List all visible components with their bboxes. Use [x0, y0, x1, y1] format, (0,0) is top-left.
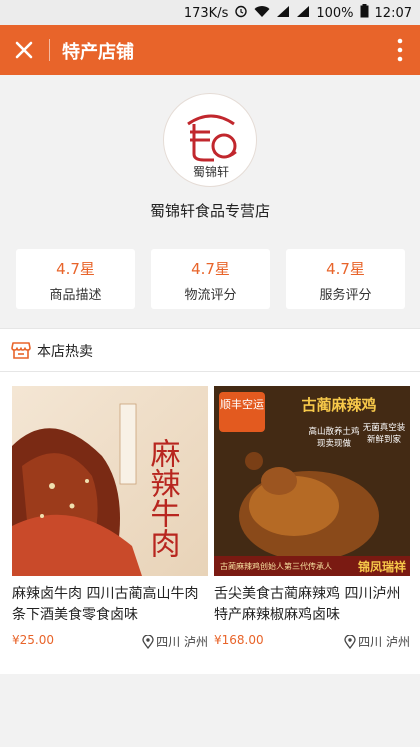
battery-level: 100% — [316, 5, 354, 21]
product-title[interactable]: 舌尖美食古蔺麻辣鸡 四川泸州特产麻辣椒麻鸡卤味 — [214, 584, 410, 626]
product-image[interactable]: 麻辣牛肉 — [12, 386, 208, 576]
wifi-icon — [254, 5, 270, 22]
signal-icon — [276, 5, 290, 22]
product-price: ¥25.00 — [12, 633, 54, 647]
image-tag: 现卖现做 — [317, 438, 352, 449]
rating-label: 商品描述 — [49, 288, 102, 303]
clock: 12:07 — [374, 5, 412, 21]
product-card[interactable]: 顺丰空运 古蔺麻辣鸡 高山散养土鸡 无菌真空装 现卖现做 新鲜到家 古蔺麻辣鸡创… — [214, 386, 410, 651]
network-speed: 173K/s — [183, 5, 229, 21]
image-tag: 新鲜到家 — [367, 434, 402, 445]
location-text: 四川 泸州 — [156, 635, 208, 649]
shop-header: 蜀锦轩 蜀锦轩食品专营店 — [0, 75, 420, 231]
shop-logo: 蜀锦轩 — [163, 93, 257, 187]
image-tag: 高山散养土鸡 — [308, 426, 359, 437]
location-pin-icon — [344, 634, 356, 649]
status-bar: 173K/s 100% 12:07 — [0, 0, 420, 25]
rating-value: 4.7星 — [56, 260, 95, 278]
logo-text: 蜀锦轩 — [193, 165, 229, 179]
more-button[interactable] — [396, 37, 404, 63]
rating-label: 服务评分 — [319, 288, 372, 303]
image-footer-text: 古蔺麻辣鸡创始人第三代传承人 — [220, 561, 332, 571]
product-image-text: 麻辣牛肉 — [145, 438, 181, 558]
rating-section: 4.7星 商品描述 4.7星 物流评分 4.7星 服务评分 — [0, 231, 420, 327]
page-title: 特产店铺 — [62, 42, 134, 63]
hot-sales-title: 本店热卖 — [37, 344, 93, 360]
rating-description: 4.7星 商品描述 — [16, 249, 135, 309]
image-tag: 无菌真空装 — [363, 422, 406, 433]
image-footer-brand: 锦凤瑞祥 — [358, 559, 406, 574]
signal-icon-2 — [296, 5, 310, 22]
location-text: 四川 泸州 — [358, 635, 410, 649]
rating-logistics: 4.7星 物流评分 — [151, 249, 270, 309]
battery-icon — [360, 4, 369, 22]
rating-value: 4.7星 — [326, 260, 365, 278]
product-title[interactable]: 麻辣卤牛肉 四川古蔺高山牛肉条下酒美食零食卤味 — [12, 584, 208, 626]
product-image[interactable]: 顺丰空运 古蔺麻辣鸡 高山散养土鸡 无菌真空装 现卖现做 新鲜到家 古蔺麻辣鸡创… — [214, 386, 410, 576]
shop-icon — [11, 342, 31, 359]
location-pin-icon — [142, 634, 154, 649]
rating-service: 4.7星 服务评分 — [286, 249, 405, 309]
product-location: 四川 泸州 — [142, 633, 208, 650]
alarm-icon — [234, 4, 248, 22]
product-price: ¥168.00 — [214, 633, 264, 647]
product-grid: 麻辣牛肉 麻辣卤牛肉 四川古蔺高山牛肉条下酒美食零食卤味 ¥25.00 四川 泸… — [0, 372, 420, 674]
more-vertical-icon — [397, 38, 403, 62]
rating-value: 4.7星 — [191, 260, 230, 278]
hot-sales-header: 本店热卖 — [0, 328, 420, 372]
product-location: 四川 泸州 — [344, 633, 410, 650]
title-bar: 特产店铺 — [0, 25, 420, 75]
rating-label: 物流评分 — [184, 288, 237, 303]
close-icon — [15, 41, 33, 59]
image-heading: 古蔺麻辣鸡 — [301, 396, 376, 414]
image-badge: 顺丰空运 — [220, 397, 264, 411]
shop-name: 蜀锦轩食品专营店 — [149, 202, 270, 220]
title-divider — [49, 39, 50, 61]
product-card[interactable]: 麻辣牛肉 麻辣卤牛肉 四川古蔺高山牛肉条下酒美食零食卤味 ¥25.00 四川 泸… — [12, 386, 208, 651]
close-button[interactable] — [10, 36, 38, 64]
